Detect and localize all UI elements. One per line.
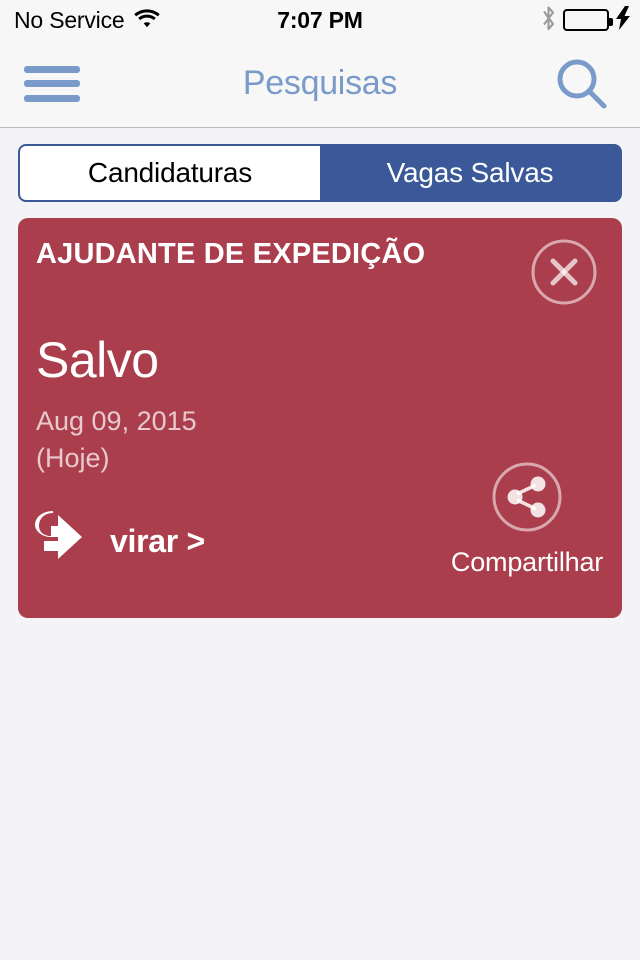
flip-card-label: virar > (110, 523, 205, 559)
flip-card-button[interactable]: virar > (34, 509, 205, 574)
job-title: AJUDANTE DE EXPEDIÇÃO (36, 238, 426, 270)
tab-candidaturas[interactable]: Candidaturas (20, 146, 320, 200)
segmented-control: Candidaturas Vagas Salvas (18, 144, 622, 202)
app-root: No Service 7:07 PM Pesquisas Candidatura… (0, 0, 640, 960)
close-circle-icon[interactable] (528, 236, 600, 308)
status-bar: No Service 7:07 PM (0, 0, 640, 40)
job-card[interactable]: AJUDANTE DE EXPEDIÇÃO Salvo Aug 09, 2015… (18, 218, 622, 618)
flip-card-icon (34, 509, 96, 574)
bluetooth-icon (541, 5, 556, 36)
share-button[interactable]: Compartilhar (442, 458, 612, 578)
job-date-block: Aug 09, 2015 (Hoje) (36, 403, 197, 478)
share-label: Compartilhar (450, 547, 604, 577)
page-title: Pesquisas (242, 64, 398, 102)
job-date: Aug 09, 2015 (36, 406, 197, 436)
charging-bolt-icon (616, 5, 630, 35)
battery-full-icon (563, 9, 613, 31)
search-icon[interactable] (552, 54, 612, 114)
card-list: AJUDANTE DE EXPEDIÇÃO Salvo Aug 09, 2015… (0, 202, 640, 618)
share-circle-icon (488, 458, 566, 541)
status-bar-right (541, 0, 630, 40)
job-status: Salvo (36, 332, 159, 388)
segmented-control-container: Candidaturas Vagas Salvas (0, 128, 640, 202)
clock-label: 7:07 PM (277, 6, 363, 33)
tab-vagas-salvas[interactable]: Vagas Salvas (320, 146, 620, 200)
job-date-relative: (Hoje) (36, 443, 110, 474)
nav-bar: Pesquisas (0, 40, 640, 128)
